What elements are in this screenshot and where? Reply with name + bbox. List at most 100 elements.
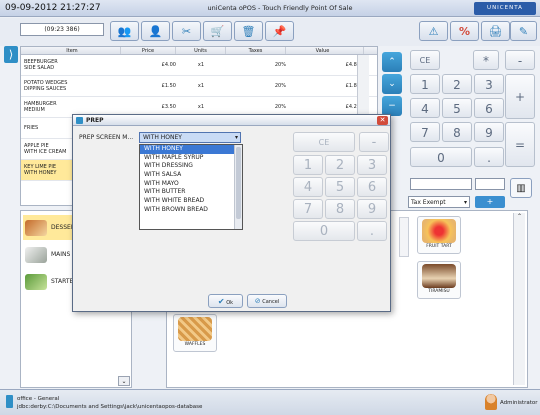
row-item: BEEFBURGER SIDE SALAD — [24, 59, 58, 71]
cancel-button[interactable]: ⊘ Cancel — [247, 294, 287, 308]
prep-select[interactable]: WITH HONEY ▾ — [139, 132, 241, 143]
dessert-image — [25, 219, 47, 236]
product-partial-tile[interactable] — [399, 217, 409, 257]
product-waffles[interactable]: WAFFLES — [173, 314, 217, 352]
dialog-minus-key[interactable]: - — [359, 132, 389, 152]
tax-selected-value: Tax Exempt — [411, 199, 446, 206]
dropdown-option[interactable]: WITH MAPLE SYRUP — [140, 154, 242, 163]
category-scroll-down[interactable]: ⌄ — [118, 376, 130, 386]
dialog-dot-key[interactable]: . — [357, 221, 387, 241]
dialog-key-6[interactable]: 6 — [357, 177, 387, 197]
ticket-number[interactable]: (09:23 386) — [20, 23, 104, 36]
key-4[interactable]: 4 — [410, 98, 440, 118]
amount-field[interactable] — [410, 178, 472, 190]
dialog-title-bar: PREP ✕ — [73, 115, 390, 126]
dropdown-option[interactable]: WITH BUTTER — [140, 188, 242, 197]
edit-icon: ✎ — [518, 24, 529, 38]
equals-key[interactable]: = — [505, 122, 535, 167]
pin-button[interactable]: 📌 — [265, 21, 294, 41]
print-button[interactable]: 🖨 — [481, 21, 510, 41]
dialog-key-7[interactable]: 7 — [293, 199, 323, 219]
table-row[interactable]: BEEFBURGER SIDE SALAD £4.00 x1 20% £4.80 — [21, 55, 377, 76]
key-0[interactable]: 0 — [410, 147, 472, 167]
dialog-key-5[interactable]: 5 — [325, 177, 355, 197]
user-name[interactable]: Administrator — [500, 400, 538, 406]
dropdown-option[interactable]: WITH HONEY — [140, 145, 242, 154]
dropdown-option[interactable]: WITH DRESSING — [140, 162, 242, 171]
cart-button[interactable]: 🛒 — [203, 21, 232, 41]
header-price: Price — [121, 47, 176, 54]
dot-key[interactable]: . — [474, 147, 504, 167]
dialog-key-2[interactable]: 2 — [325, 155, 355, 175]
customer-button[interactable]: 👥 — [110, 21, 139, 41]
chevron-up-icon: ⌃ — [516, 213, 523, 220]
barcode-button[interactable]: ▥ — [510, 178, 532, 198]
line-up-button[interactable]: ⌃ — [382, 52, 402, 72]
dialog-key-8[interactable]: 8 — [325, 199, 355, 219]
dropdown-option[interactable]: WITH MAYO — [140, 180, 242, 189]
delete-ticket-button[interactable]: 🗑 — [234, 21, 263, 41]
row-price: £3.50 — [161, 104, 176, 110]
warning-button[interactable]: ⚠ — [419, 21, 448, 41]
key-5[interactable]: 5 — [442, 98, 472, 118]
dialog-key-9[interactable]: 9 — [357, 199, 387, 219]
customer-info-button[interactable]: 👤 — [141, 21, 170, 41]
key-2[interactable]: 2 — [442, 74, 472, 94]
chevron-down-icon: ▾ — [234, 134, 238, 141]
status-location: office - General — [17, 396, 60, 402]
row-units: x1 — [197, 83, 205, 89]
header-units: Units — [176, 47, 226, 54]
table-row[interactable]: POTATO WEDGES DIPPING SAUCES £1.50 x1 20%… — [21, 76, 377, 97]
dropdown-option[interactable]: WITH BROWN BREAD — [140, 206, 242, 215]
product-scrollbar[interactable]: ⌃ — [513, 213, 525, 385]
plus-key[interactable]: + — [505, 74, 535, 119]
discount-button[interactable]: % — [450, 21, 479, 41]
dialog-key-0[interactable]: 0 — [293, 221, 355, 241]
dropdown-option[interactable]: WITH SALSA — [140, 171, 242, 180]
key-3[interactable]: 3 — [474, 74, 504, 94]
chevron-down-icon: ⌄ — [388, 79, 396, 89]
key-7[interactable]: 7 — [410, 122, 440, 142]
status-database: jdbc:derby:C:\Documents and Settings\jac… — [17, 404, 203, 410]
trash-icon: 🗑 — [241, 24, 256, 38]
header-value: Value — [286, 47, 364, 54]
tiramisu-image — [422, 264, 456, 288]
status-bar: office - General jdbc:derby:C:\Documents… — [0, 389, 540, 415]
ce-key[interactable]: CE — [410, 50, 440, 70]
key-6[interactable]: 6 — [474, 98, 504, 118]
key-1[interactable]: 1 — [410, 74, 440, 94]
dialog-key-3[interactable]: 3 — [357, 155, 387, 175]
expand-menu-button[interactable]: ⟩ — [4, 46, 18, 63]
quantity-field[interactable] — [475, 178, 505, 190]
close-button[interactable]: ✕ — [377, 116, 388, 125]
tax-select[interactable]: Tax Exempt ▾ — [408, 196, 470, 208]
remove-line-button[interactable]: − — [382, 96, 402, 116]
waffles-image — [178, 317, 212, 341]
dropdown-scrollbar[interactable] — [234, 145, 242, 229]
key-9[interactable]: 9 — [474, 122, 504, 142]
multiply-key[interactable]: * — [473, 50, 499, 70]
minus-key[interactable]: - — [505, 50, 535, 70]
split-ticket-button[interactable]: ✂ — [172, 21, 201, 41]
cart-icon: 🛒 — [210, 24, 225, 38]
product-label: TIRAMISU — [428, 289, 450, 294]
window-title: uniCenta oPOS - Touch Friendly Point Of … — [207, 4, 353, 12]
product-fruit-tart[interactable]: FRUIT TART — [417, 216, 461, 254]
tax-add-button[interactable]: + — [475, 196, 505, 208]
product-tiramisu[interactable]: TIRAMISU — [417, 261, 461, 299]
dialog-key-4[interactable]: 4 — [293, 177, 323, 197]
dropdown-option[interactable]: WITH WHITE BREAD — [140, 197, 242, 206]
dialog-key-1[interactable]: 1 — [293, 155, 323, 175]
ok-button[interactable]: ✔ Ok — [208, 294, 243, 308]
edit-button[interactable]: ✎ — [510, 21, 537, 41]
ok-label: Ok — [226, 300, 234, 306]
user-icon: 👤 — [148, 24, 163, 38]
title-bar: 09-09-2012 21:27:27 uniCenta oPOS - Touc… — [0, 0, 540, 17]
key-8[interactable]: 8 — [442, 122, 472, 142]
table-header: Item Price Units Taxes Value — [21, 47, 377, 55]
dialog-ce-key[interactable]: CE — [293, 132, 355, 152]
row-units: x1 — [197, 62, 205, 68]
scroll-thumb[interactable] — [236, 147, 241, 219]
line-down-button[interactable]: ⌄ — [382, 74, 402, 94]
prep-selected-value: WITH HONEY — [143, 134, 182, 141]
